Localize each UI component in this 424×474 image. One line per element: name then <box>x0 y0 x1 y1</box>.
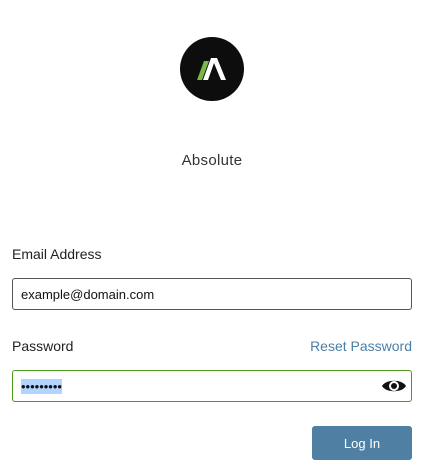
email-field-container <box>12 278 412 310</box>
password-label: Password <box>12 338 74 354</box>
eye-icon[interactable] <box>381 375 407 397</box>
password-input[interactable] <box>21 371 361 401</box>
brand-name: Absolute <box>181 152 243 169</box>
absolute-logo-icon <box>180 37 244 101</box>
login-button[interactable]: Log In <box>312 426 412 460</box>
password-field-container <box>12 370 412 402</box>
reset-password-link[interactable]: Reset Password <box>310 338 412 354</box>
email-input[interactable] <box>21 279 401 309</box>
email-label: Email Address <box>12 246 102 262</box>
